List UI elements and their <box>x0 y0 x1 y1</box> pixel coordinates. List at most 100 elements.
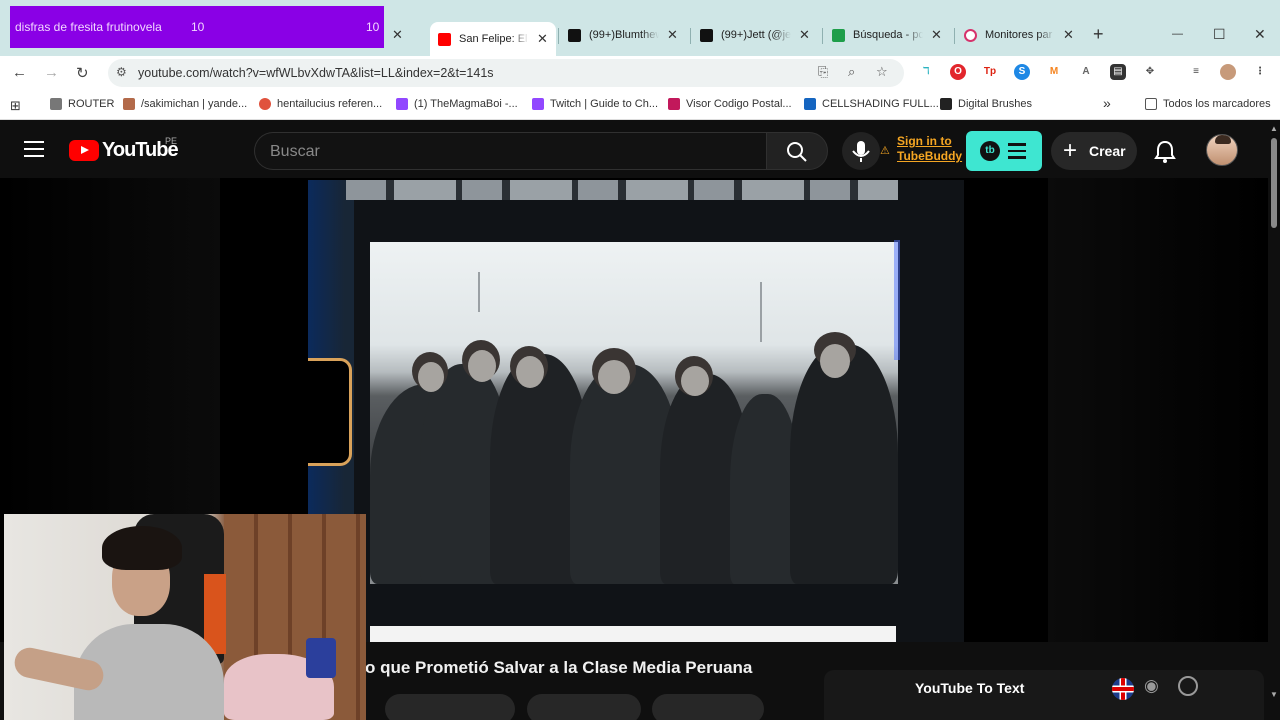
tiktok-favicon-icon <box>568 28 581 42</box>
address-bar[interactable]: ⚙ youtube.com/watch?v=wfWLbvXdwTA&list=L… <box>108 59 904 87</box>
bookmark-item[interactable]: ROUTER <box>50 98 114 110</box>
mic-icon <box>852 141 870 162</box>
apps-grid-icon[interactable]: ⊞ <box>10 98 21 114</box>
bookmark-item[interactable]: Visor Codigo Postal... <box>668 98 792 110</box>
hamburger-menu-icon[interactable] <box>24 141 44 157</box>
metamask-extension-icon[interactable]: M <box>1046 64 1062 80</box>
page-scrollbar[interactable]: ▲ ▼ <box>1268 122 1280 720</box>
opera-extension-icon[interactable]: O <box>950 64 966 80</box>
bookmarks-overflow-icon[interactable]: » <box>1103 95 1111 111</box>
tab-close-icon[interactable]: ✕ <box>799 27 810 43</box>
film-bottom-strip <box>370 626 896 642</box>
tp-extension-icon[interactable]: Tp <box>982 64 998 80</box>
search-button[interactable] <box>766 132 828 170</box>
bookmarks-bar: ⊞ ROUTER /sakimichan | yande... hentailu… <box>0 90 1280 120</box>
search-placeholder: Buscar <box>270 143 320 160</box>
tab-close-icon[interactable]: ✕ <box>392 27 403 43</box>
reload-icon[interactable]: ↻ <box>76 64 89 82</box>
tab-close-icon[interactable]: ✕ <box>537 31 548 47</box>
media-extension-icon[interactable]: ▤ <box>1110 64 1126 80</box>
tubebuddy-button[interactable]: tb <box>966 131 1042 171</box>
uk-flag-icon[interactable] <box>1112 678 1134 700</box>
tubebuddy-menu-icon <box>1008 143 1026 163</box>
bookmark-favicon-icon <box>259 98 271 110</box>
overlay-count: 10 <box>191 20 205 34</box>
sheet-favicon-icon <box>832 28 845 42</box>
plus-icon: + <box>1063 137 1078 164</box>
tab-divider <box>558 28 559 44</box>
webcam-overlay <box>4 514 366 720</box>
url-text[interactable]: youtube.com/watch?v=wfWLbvXdwTA&list=LL&… <box>138 66 494 80</box>
streamer-hair <box>102 526 182 570</box>
twitch-icon <box>396 98 408 110</box>
bookmark-favicon-icon <box>940 98 952 110</box>
create-button[interactable]: + Crear <box>1051 132 1137 170</box>
tab-youtube-active[interactable]: San Felipe: El D ✕ <box>430 22 556 56</box>
user-circle-icon[interactable] <box>1178 676 1198 696</box>
tab-jett[interactable]: (99+)Jett (@jet ✕ <box>700 22 810 48</box>
chrome-menu-icon[interactable]: ⋮ <box>1252 64 1268 80</box>
bookmark-item[interactable]: CELLSHADING FULL... <box>804 98 939 110</box>
tab-divider <box>954 28 955 44</box>
install-app-icon[interactable]: ⎘ <box>818 64 828 80</box>
bell-icon[interactable] <box>1154 140 1176 164</box>
stream-goal-overlay: disfras de fresita frutinovela 10 10 <box>10 6 384 48</box>
translate-extension-icon[interactable]: A <box>1078 64 1094 80</box>
maximize-icon[interactable]: ☐ <box>1213 26 1226 43</box>
tab-close-icon[interactable]: ✕ <box>1063 27 1074 43</box>
youtube-header: YouTube PE Buscar ⚠ Sign in to TubeBuddy… <box>0 122 1268 178</box>
tab-title: Monitores par <box>985 29 1053 41</box>
film-top-strip <box>346 180 898 200</box>
search-icon <box>787 142 807 162</box>
shazam-extension-icon[interactable]: S <box>1014 64 1030 80</box>
extension-icon[interactable]: ℸ <box>918 64 934 80</box>
bookmark-item[interactable]: Digital Brushes <box>940 98 1032 110</box>
youtube-favicon-icon <box>438 32 451 46</box>
country-code: PE <box>165 136 178 146</box>
extensions-puzzle-icon[interactable]: ✥ <box>1142 64 1158 80</box>
new-tab-button[interactable]: + <box>1093 24 1104 45</box>
bookmark-item[interactable]: Twitch | Guide to Ch... <box>532 98 658 110</box>
ambient-right <box>1048 178 1268 642</box>
tab-close-icon[interactable]: ✕ <box>667 27 678 43</box>
search-input[interactable]: Buscar <box>254 132 766 170</box>
tubebuddy-signin-link[interactable]: Sign in to TubeBuddy <box>897 134 962 164</box>
folder-icon <box>1145 98 1157 110</box>
site-info-icon[interactable]: ⚙ <box>116 65 127 79</box>
youtube-play-icon <box>69 140 99 161</box>
tab-title: Búsqueda - pc <box>853 29 923 41</box>
bookmark-star-icon[interactable]: ☆ <box>876 64 888 80</box>
video-frame[interactable] <box>308 180 964 642</box>
scroll-up-icon[interactable]: ▲ <box>1270 124 1278 133</box>
tab-title: (99+)Blumthew <box>589 29 659 41</box>
close-window-icon[interactable]: ✕ <box>1254 26 1266 43</box>
zoom-icon[interactable]: ⌕ <box>848 64 855 80</box>
tab-title: (99+)Jett (@jet <box>721 29 791 41</box>
scroll-down-icon[interactable]: ▼ <box>1270 690 1278 699</box>
forward-icon[interactable]: → <box>44 64 59 81</box>
bookmark-item[interactable]: hentailucius referen... <box>259 98 382 110</box>
tab-divider <box>690 28 691 44</box>
action-chip[interactable] <box>652 694 764 720</box>
tab-blumthew[interactable]: (99+)Blumthew ✕ <box>568 22 678 48</box>
all-bookmarks-folder[interactable]: Todos los marcadores <box>1145 98 1271 110</box>
bookmark-item[interactable]: (1) TheMagmaBoi -... <box>396 98 518 110</box>
action-chip[interactable] <box>527 694 641 720</box>
tab-monitores[interactable]: Monitores par ✕ <box>964 22 1074 48</box>
youtube-logo[interactable]: YouTube <box>69 139 179 162</box>
film-color-fringe <box>894 240 900 360</box>
minimize-icon[interactable]: — <box>1172 28 1183 40</box>
bookmark-item[interactable]: /sakimichan | yande... <box>123 98 247 110</box>
back-icon[interactable]: ← <box>12 64 27 81</box>
tab-close-icon[interactable]: ✕ <box>931 27 942 43</box>
profile-avatar-icon[interactable] <box>1220 64 1236 80</box>
media-control-icon[interactable]: ≡ <box>1188 64 1204 80</box>
tab-busqueda[interactable]: Búsqueda - pc ✕ <box>832 22 942 48</box>
overlay-label: disfras de fresita frutinovela <box>15 20 162 34</box>
user-avatar[interactable] <box>1206 134 1238 166</box>
eye-icon[interactable]: ◉ <box>1144 676 1159 696</box>
voice-search-button[interactable] <box>842 132 880 170</box>
film-sprocket <box>308 358 352 466</box>
scrollbar-thumb[interactable] <box>1271 138 1277 228</box>
channel-chip[interactable] <box>385 694 515 720</box>
